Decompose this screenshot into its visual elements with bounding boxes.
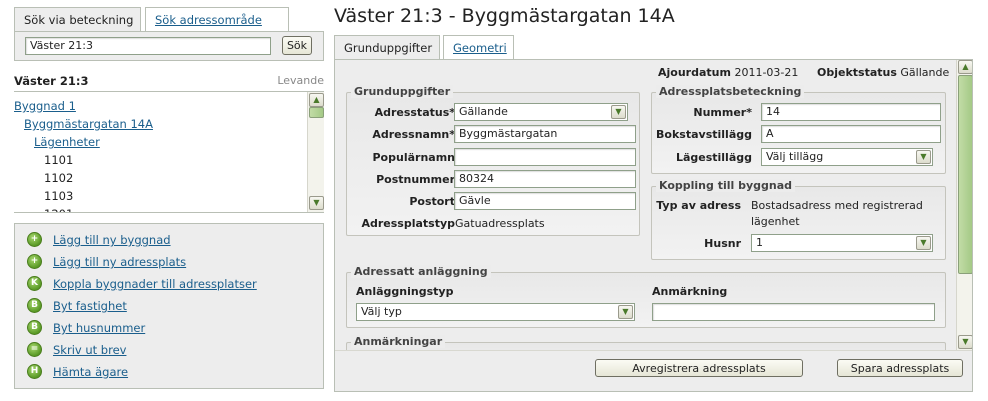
tree-item-apartment[interactable]: 1103 xyxy=(44,189,73,203)
tree-title: Väster 21:3 xyxy=(14,74,89,88)
address-name-label: Adressnamn* xyxy=(372,128,455,141)
address-status-select[interactable]: Gällande ▼ xyxy=(454,103,628,121)
facility-type-label: Anläggningstyp xyxy=(356,285,454,298)
chevron-down-icon[interactable]: ▼ xyxy=(618,305,633,319)
postal-code-input[interactable]: 80324 xyxy=(454,170,636,188)
add-icon: + xyxy=(27,232,42,247)
address-type-label: Typ av adress xyxy=(656,199,741,212)
scroll-up-icon[interactable]: ▲ xyxy=(309,93,324,107)
city-label: Postort xyxy=(409,195,455,208)
print-letter-link[interactable]: Skriv ut brev xyxy=(53,343,126,357)
tree-item-apartments[interactable]: Lägenheter xyxy=(34,135,100,149)
object-tree: Byggnad 1 Byggmästargatan 14A Lägenheter… xyxy=(14,91,324,213)
city-input[interactable]: Gävle xyxy=(454,192,636,210)
notes-fieldset: Anmärkningar xyxy=(346,335,946,350)
number-input[interactable]: 14 xyxy=(761,103,941,121)
printer-icon: = xyxy=(27,342,42,357)
update-date-label: Ajourdatum xyxy=(658,66,731,79)
house-number-select[interactable]: 1 ▼ xyxy=(751,234,933,252)
object-status-label: Objektstatus xyxy=(817,66,897,79)
facility-type-value: Välj typ xyxy=(361,305,402,318)
tab-basic-info[interactable]: Grunduppgifter xyxy=(334,35,440,60)
add-address-link[interactable]: Lägg till ny adressplats xyxy=(53,255,186,269)
tab-search-designation[interactable]: Sök via beteckning xyxy=(14,7,141,33)
note-input[interactable] xyxy=(652,303,935,321)
position-suffix-select[interactable]: Välj tillägg ▼ xyxy=(761,148,933,166)
scroll-up-icon[interactable]: ▲ xyxy=(958,60,972,74)
postal-code-label: Postnummer xyxy=(376,173,455,186)
owner-icon: H xyxy=(27,364,42,379)
facility-legend: Adressatt anläggning xyxy=(351,265,491,278)
letter-suffix-input[interactable]: A xyxy=(761,125,941,143)
place-type-label: Adressplatstyp xyxy=(361,217,455,230)
tree-item-apartment[interactable]: 1201 xyxy=(44,207,73,212)
address-name-input[interactable]: Byggmästargatan xyxy=(454,125,636,143)
place-type-value: Gatuadressplats xyxy=(455,217,545,230)
search-panel: Väster 21:3 Sök xyxy=(14,31,324,61)
address-type-value-line2: lägenhet xyxy=(751,215,800,228)
add-building-link[interactable]: Lägg till ny byggnad xyxy=(53,233,171,247)
change-icon: B xyxy=(27,320,42,335)
tab-geometry[interactable]: Geometri xyxy=(443,35,514,59)
tree-item-building[interactable]: Byggnad 1 xyxy=(14,99,76,113)
address-form-panel: Ajourdatum 2011-03-21 Objektstatus Gälla… xyxy=(334,59,973,392)
action-panel: + Lägg till ny byggnad + Lägg till ny ad… xyxy=(14,223,324,389)
popular-name-input[interactable] xyxy=(454,148,636,166)
search-input[interactable]: Väster 21:3 xyxy=(25,37,271,55)
chevron-down-icon[interactable]: ▼ xyxy=(916,236,931,250)
position-suffix-value: Välj tillägg xyxy=(766,150,824,163)
search-button[interactable]: Sök xyxy=(282,36,312,55)
link-icon: K xyxy=(27,276,42,291)
form-footer: Avregistrera adressplats Spara adresspla… xyxy=(335,350,972,391)
position-suffix-label: Lägestillägg xyxy=(675,151,752,164)
change-property-link[interactable]: Byt fastighet xyxy=(53,299,127,313)
scroll-down-icon[interactable]: ▼ xyxy=(958,335,972,349)
tree-status: Levande xyxy=(277,74,324,87)
object-status: Objektstatus Gällande xyxy=(817,66,949,79)
building-link-fieldset: Koppling till byggnad Typ av adress Bost… xyxy=(651,179,946,260)
scroll-thumb[interactable] xyxy=(309,107,324,118)
notes-legend: Anmärkningar xyxy=(351,335,446,348)
house-number-label: Husnr xyxy=(704,237,741,250)
address-status-label: Adresstatus* xyxy=(374,106,455,119)
address-type-value-line1: Bostadsadress med registrerad xyxy=(751,199,923,212)
designation-legend: Adressplatsbeteckning xyxy=(656,85,805,98)
facility-fieldset: Adressatt anläggning Anläggningstyp Välj… xyxy=(346,265,946,328)
house-number-value: 1 xyxy=(756,236,763,249)
note-label: Anmärkning xyxy=(652,285,728,298)
update-date: Ajourdatum 2011-03-21 xyxy=(658,66,798,79)
deregister-address-button[interactable]: Avregistrera adressplats xyxy=(595,359,803,377)
change-icon: B xyxy=(27,298,42,313)
link-buildings-link[interactable]: Koppla byggnader till adressplatser xyxy=(53,277,257,291)
facility-type-select[interactable]: Välj typ ▼ xyxy=(356,303,635,321)
tab-search-address-area[interactable]: Sök adressområde xyxy=(145,7,289,32)
letter-suffix-label: Bokstavstillägg xyxy=(656,128,752,141)
tree-item-address[interactable]: Byggmästargatan 14A xyxy=(24,117,153,131)
scroll-thumb[interactable] xyxy=(958,75,972,274)
update-date-value: 2011-03-21 xyxy=(734,66,799,79)
change-house-number-link[interactable]: Byt husnummer xyxy=(53,321,145,335)
form-content: Ajourdatum 2011-03-21 Objektstatus Gälla… xyxy=(335,60,956,350)
scroll-down-icon[interactable]: ▼ xyxy=(309,196,324,210)
basic-info-legend: Grunduppgifter xyxy=(351,85,454,98)
add-icon: + xyxy=(27,254,42,269)
chevron-down-icon[interactable]: ▼ xyxy=(611,105,626,119)
tree-scrollbar[interactable]: ▲ ▼ xyxy=(307,92,324,212)
tree-item-apartment[interactable]: 1101 xyxy=(44,153,73,167)
page-title: Väster 21:3 - Byggmästargatan 14A xyxy=(334,5,675,27)
basic-info-fieldset: Grunduppgifter Adresstatus* Gällande ▼ A… xyxy=(346,85,640,236)
building-link-legend: Koppling till byggnad xyxy=(656,179,796,192)
tree-header: Väster 21:3 Levande xyxy=(14,74,324,90)
form-scrollbar[interactable]: ▲ ▼ xyxy=(956,60,972,350)
tree-item-apartment[interactable]: 1102 xyxy=(44,171,73,185)
object-status-value: Gällande xyxy=(900,66,950,79)
save-address-button[interactable]: Spara adressplats xyxy=(837,359,963,377)
designation-fieldset: Adressplatsbeteckning Nummer* 14 Bokstav… xyxy=(651,85,946,174)
fetch-owner-link[interactable]: Hämta ägare xyxy=(53,365,128,379)
popular-name-label: Populärnamn xyxy=(372,151,456,164)
address-status-value: Gällande xyxy=(459,105,508,118)
number-label: Nummer* xyxy=(693,106,752,119)
chevron-down-icon[interactable]: ▼ xyxy=(916,150,931,164)
